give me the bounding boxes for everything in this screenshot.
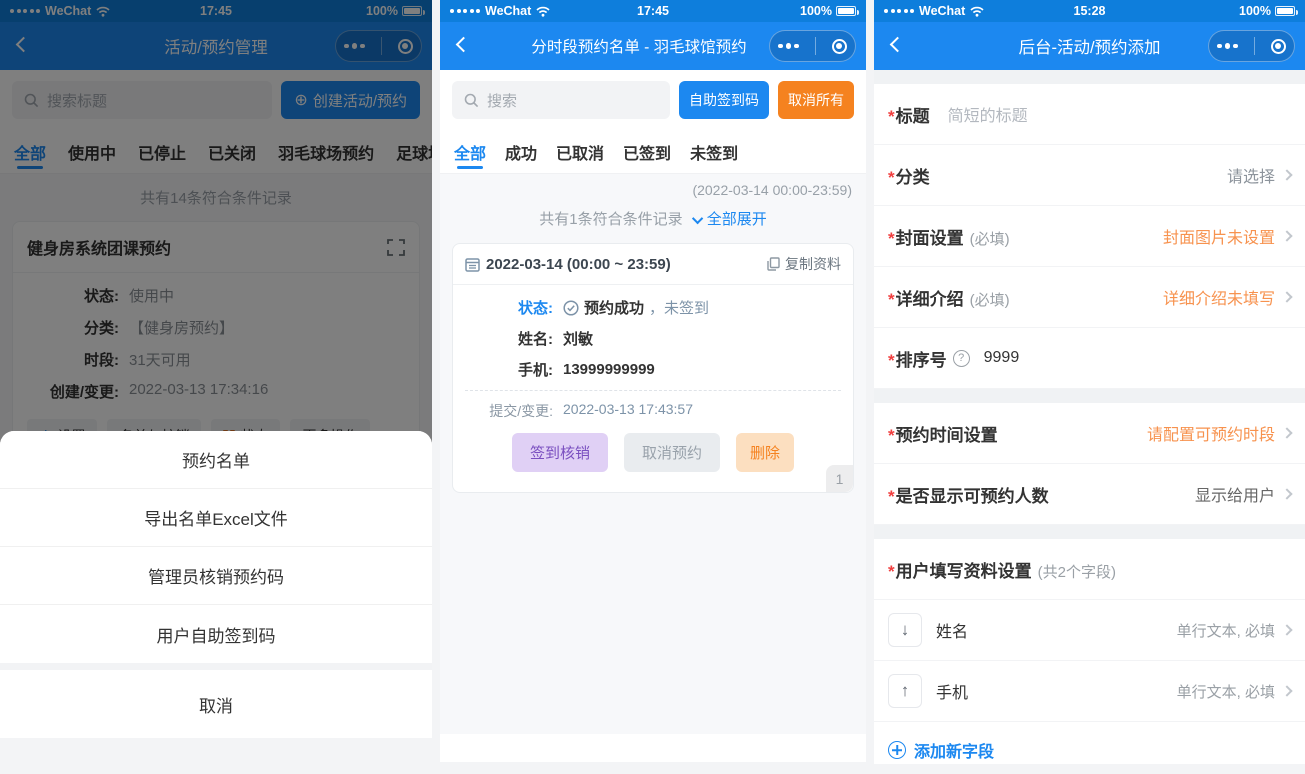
form-row-user-fields-header: *用户填写资料设置(共2个字段) xyxy=(874,539,1305,600)
action-sheet: 预约名单 导出名单Excel文件 管理员核销预约码 用户自助签到码 取消 xyxy=(0,431,432,738)
back-icon[interactable] xyxy=(456,37,472,53)
form-row-category[interactable]: *分类 请选择 xyxy=(874,145,1305,206)
close-minimize-icon[interactable] xyxy=(832,39,847,54)
chevron-right-icon xyxy=(1281,624,1292,635)
result-count: 共有1条符合条件记录 全部展开 xyxy=(440,200,866,239)
check-circle-icon xyxy=(563,300,579,316)
tab-not-checked-in[interactable]: 未签到 xyxy=(690,130,738,173)
reservation-date: 2022-03-14 (00:00 ~ 23:59) xyxy=(465,256,671,273)
form-row-title[interactable]: *标题 简短的标题 xyxy=(874,84,1305,145)
plus-circle-icon xyxy=(888,741,906,759)
battery-percent: 100% xyxy=(1239,4,1271,18)
roster-list-area: (2022-03-14 00:00-23:59) 共有1条符合条件记录 全部展开… xyxy=(440,174,866,734)
tab-checked-in[interactable]: 已签到 xyxy=(623,130,671,173)
self-checkin-code-button[interactable]: 自助签到码 xyxy=(679,81,769,119)
copy-icon xyxy=(767,257,780,271)
search-input[interactable]: 搜索 xyxy=(452,81,670,119)
row-name: 姓名: 刘敏 xyxy=(467,328,839,349)
wifi-icon xyxy=(970,6,984,17)
wechat-capsule[interactable] xyxy=(1208,30,1295,62)
time-setting-value: 请配置可预约时段 xyxy=(1147,421,1291,445)
cancel-reservation-button[interactable]: 取消预约 xyxy=(624,433,720,472)
carrier-label: WeChat xyxy=(919,4,965,18)
cancel-all-button[interactable]: 取消所有 xyxy=(778,81,854,119)
calendar-icon xyxy=(465,257,480,272)
form-row-field-phone[interactable]: ↑ 手机 单行文本, 必填 xyxy=(874,661,1305,722)
sort-number-value[interactable]: 9999 xyxy=(984,349,1020,367)
form-row-field-name[interactable]: ↓ 姓名 单行文本, 必填 xyxy=(874,600,1305,661)
more-menu-icon[interactable] xyxy=(778,43,799,49)
help-question-icon[interactable]: ? xyxy=(953,350,970,367)
nav-bar: 后台-活动/预约添加 xyxy=(874,22,1305,70)
tab-cancelled[interactable]: 已取消 xyxy=(556,130,604,173)
row-submitted: 提交/变更: 2022-03-13 17:43:57 xyxy=(453,391,853,421)
screen-reservation-roster: WeChat 17:45 100% 分时段预约名单 - 羽毛球馆预约 搜索 xyxy=(440,0,866,762)
battery-icon xyxy=(1275,6,1295,16)
form-row-sort[interactable]: *排序号 ? 9999 xyxy=(874,328,1305,389)
row-phone: 手机: 13999999999 xyxy=(467,359,839,380)
signal-strength-icon xyxy=(884,9,914,13)
sheet-item-export-excel[interactable]: 导出名单Excel文件 xyxy=(0,489,432,547)
screenshot-canvas: WeChat 17:45 100% 活动/预约管理 搜索标题 xyxy=(0,0,1305,774)
field-meta: 单行文本, 必填 xyxy=(1177,681,1291,702)
form-row-detail[interactable]: *详细介绍(必填) 详细介绍未填写 xyxy=(874,267,1305,328)
chevron-right-icon xyxy=(1281,488,1292,499)
field-meta: 单行文本, 必填 xyxy=(1177,620,1291,641)
delete-button[interactable]: 删除 xyxy=(736,433,794,472)
category-value: 请选择 xyxy=(1227,163,1291,187)
battery-icon xyxy=(836,6,856,16)
screen-activity-add-form: WeChat 15:28 100% 后台-活动/预约添加 *标题 简短的标题 xyxy=(874,0,1305,764)
status-time: 17:45 xyxy=(637,4,669,18)
form-row-cover[interactable]: *封面设置(必填) 封面图片未设置 xyxy=(874,206,1305,267)
battery-percent: 100% xyxy=(800,4,832,18)
chevron-down-icon xyxy=(692,213,703,224)
cover-value: 封面图片未设置 xyxy=(1163,224,1291,248)
tab-success[interactable]: 成功 xyxy=(505,130,537,173)
reservation-card: 2022-03-14 (00:00 ~ 23:59) 复制资料 状态: 预约成功… xyxy=(452,243,854,493)
move-up-button[interactable]: ↑ xyxy=(888,674,922,708)
search-toolbar: 搜索 自助签到码 取消所有 xyxy=(440,70,866,130)
status-bar: WeChat 17:45 100% xyxy=(440,0,866,22)
chevron-right-icon xyxy=(1281,291,1292,302)
search-icon xyxy=(464,93,479,108)
signal-strength-icon xyxy=(450,9,480,13)
carrier-label: WeChat xyxy=(485,4,531,18)
reservation-actions: 签到核销 取消预约 删除 xyxy=(453,421,853,492)
copy-data-link[interactable]: 复制资料 xyxy=(767,254,841,274)
status-bar: WeChat 15:28 100% xyxy=(874,0,1305,22)
show-count-value: 显示给用户 xyxy=(1195,482,1291,506)
add-new-field-button[interactable]: 添加新字段 xyxy=(874,722,1305,764)
detail-value: 详细介绍未填写 xyxy=(1163,285,1291,309)
page-title: 分时段预约名单 - 羽毛球馆预约 xyxy=(531,35,746,57)
sheet-item-reservation-list[interactable]: 预约名单 xyxy=(0,431,432,489)
form-row-time-setting[interactable]: *预约时间设置 请配置可预约时段 xyxy=(874,403,1305,464)
back-icon[interactable] xyxy=(890,37,906,53)
nav-bar: 分时段预约名单 - 羽毛球馆预约 xyxy=(440,22,866,70)
chevron-right-icon xyxy=(1281,685,1292,696)
screen-activity-management: WeChat 17:45 100% 活动/预约管理 搜索标题 xyxy=(0,0,432,738)
search-placeholder: 搜索 xyxy=(487,90,517,111)
form-row-show-count[interactable]: *是否显示可预约人数 显示给用户 xyxy=(874,464,1305,525)
title-input-placeholder[interactable]: 简短的标题 xyxy=(948,102,1028,126)
status-time: 15:28 xyxy=(1074,4,1106,18)
page-title: 后台-活动/预约添加 xyxy=(1018,34,1160,58)
chevron-right-icon xyxy=(1281,230,1292,241)
wifi-icon xyxy=(536,6,550,17)
sheet-item-self-checkin-code[interactable]: 用户自助签到码 xyxy=(0,605,432,663)
page-number-badge: 1 xyxy=(826,465,853,492)
sheet-cancel-button[interactable]: 取消 xyxy=(0,670,432,738)
move-down-button[interactable]: ↓ xyxy=(888,613,922,647)
filter-tabs: 全部 成功 已取消 已签到 未签到 xyxy=(440,130,866,174)
row-status: 状态: 预约成功 ，未签到 xyxy=(467,297,839,318)
chevron-right-icon xyxy=(1281,427,1292,438)
checkin-verify-button[interactable]: 签到核销 xyxy=(512,433,608,472)
wechat-capsule[interactable] xyxy=(769,30,856,62)
date-range-label: (2022-03-14 00:00-23:59) xyxy=(440,174,866,200)
expand-all-link[interactable]: 全部展开 xyxy=(695,211,767,228)
sheet-item-admin-verify-code[interactable]: 管理员核销预约码 xyxy=(0,547,432,605)
chevron-right-icon xyxy=(1281,169,1292,180)
tab-all[interactable]: 全部 xyxy=(454,130,486,173)
more-menu-icon[interactable] xyxy=(1217,43,1238,49)
close-minimize-icon[interactable] xyxy=(1271,39,1286,54)
